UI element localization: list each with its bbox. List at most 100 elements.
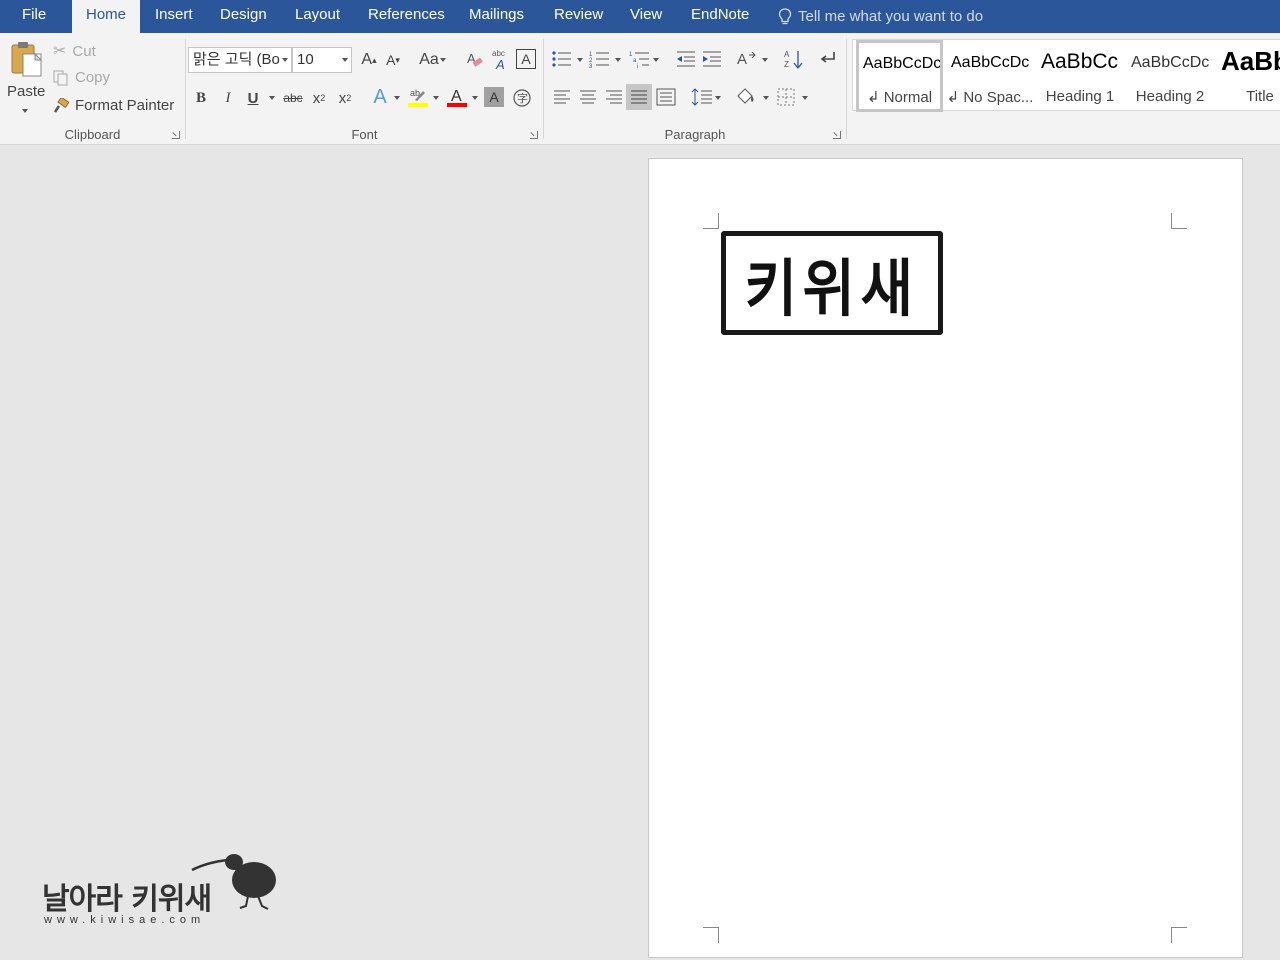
tab-design[interactable]: Design [220, 0, 267, 33]
svg-text:A: A [784, 50, 790, 59]
tab-view[interactable]: View [630, 0, 662, 33]
font-color-icon[interactable]: A [445, 85, 469, 109]
align-center-icon[interactable] [576, 85, 600, 109]
tab-home[interactable]: Home [72, 0, 140, 34]
phonetic-guide-icon[interactable]: abc A [490, 47, 512, 71]
highlight-color-icon[interactable]: ab [406, 85, 430, 109]
copy-label: Copy [75, 69, 111, 86]
distributed-icon[interactable] [654, 85, 678, 109]
document-page[interactable]: 키위새 [648, 158, 1243, 958]
cut-button[interactable]: ✂ Cut [53, 41, 96, 61]
numbering-icon[interactable]: 123 [588, 47, 612, 71]
grow-font-icon[interactable]: A ▴ [358, 49, 380, 71]
increase-indent-icon[interactable] [700, 47, 724, 71]
copy-icon [53, 70, 68, 85]
style-heading-1-name: Heading 1 [1045, 88, 1115, 105]
margin-corner-bottom-left [703, 927, 719, 943]
highlight-color-dropdown-arrow[interactable] [433, 96, 439, 100]
italic-icon[interactable]: I [217, 87, 239, 109]
tab-references[interactable]: References [368, 0, 445, 33]
bullets-icon[interactable] [550, 47, 574, 71]
borders-dropdown-arrow[interactable] [802, 96, 808, 100]
svg-text:A: A [495, 57, 505, 70]
change-case-label: Aa [419, 51, 439, 68]
borders-icon[interactable] [774, 85, 798, 109]
style-title[interactable]: AaBb Title [1215, 40, 1280, 112]
margin-corner-top-right [1171, 213, 1187, 229]
svg-text:i: i [637, 64, 638, 69]
line-spacing-icon[interactable] [690, 85, 714, 109]
watermark-logo: 날아라 키위새 www.kiwisae.com [40, 850, 290, 930]
text-effects-dropdown-arrow[interactable] [394, 96, 400, 100]
tab-layout[interactable]: Layout [295, 0, 340, 33]
clear-formatting-icon[interactable]: A [464, 49, 486, 71]
style-normal[interactable]: AaBbCcDc ↲ Normal [856, 40, 943, 112]
line-spacing-dropdown-arrow[interactable] [715, 96, 721, 100]
superscript-icon[interactable]: x2 [334, 87, 356, 109]
ribbon: Paste ✂ Cut Copy Format Painter Clipboar… [0, 33, 1280, 145]
numbering-dropdown-arrow[interactable] [615, 58, 621, 62]
format-painter-button[interactable]: Format Painter [53, 97, 174, 114]
tab-insert[interactable]: Insert [155, 0, 193, 33]
font-group: 맑은 고딕 (Bo 10 A ▴ A ▾ Aa A abc A A B I U abc… [186, 33, 543, 144]
text-effects-icon[interactable]: A [368, 85, 392, 109]
watermark-url: www.kiwisae.com [44, 914, 206, 926]
tab-mailings[interactable]: Mailings [469, 0, 524, 33]
subscript-icon[interactable]: x2 [308, 87, 330, 109]
format-painter-label: Format Painter [75, 97, 175, 114]
copy-button[interactable]: Copy [53, 69, 110, 86]
underline-icon[interactable]: U [242, 87, 264, 109]
clipboard-dialog-launcher[interactable] [172, 131, 180, 139]
show-hide-marks-icon[interactable] [816, 47, 840, 71]
font-color-dropdown-arrow[interactable] [472, 96, 478, 100]
style-no-spacing-name: ↲ No Spac... [946, 89, 1034, 106]
shading-icon[interactable] [734, 85, 758, 109]
style-no-spacing-preview: AaBbCcDc [951, 54, 1030, 71]
bold-icon[interactable]: B [190, 87, 212, 109]
tab-endnote[interactable]: EndNote [691, 0, 749, 33]
sort-icon[interactable]: AZ [782, 47, 806, 71]
paste-icon[interactable] [8, 39, 46, 79]
stamp-text-box[interactable]: 키위새 [721, 231, 943, 335]
tell-me-box[interactable]: Tell me what you want to do [778, 0, 983, 33]
align-left-icon[interactable] [550, 85, 574, 109]
multilevel-list-icon[interactable]: 1ai [628, 47, 652, 71]
bullets-dropdown-arrow[interactable] [577, 58, 583, 62]
tab-review[interactable]: Review [554, 0, 603, 33]
justify-icon[interactable] [626, 84, 652, 110]
style-heading-2-preview: AaBbCcDc [1131, 54, 1210, 71]
paragraph-dialog-launcher[interactable] [833, 131, 841, 139]
tab-file[interactable]: File [22, 0, 46, 33]
font-name-dropdown-arrow[interactable] [282, 58, 288, 62]
align-right-icon[interactable] [602, 85, 626, 109]
shading-dropdown-arrow[interactable] [763, 96, 769, 100]
strikethrough-icon[interactable]: abc [281, 87, 305, 109]
decrease-indent-icon[interactable] [674, 47, 698, 71]
character-shading-icon[interactable]: A [484, 87, 504, 107]
character-border-icon[interactable]: A [516, 49, 536, 69]
enclose-characters-icon[interactable]: 字 [511, 87, 533, 109]
cut-label: Cut [72, 42, 96, 60]
paste-button[interactable]: Paste [7, 83, 45, 100]
style-normal-name: ↲ Normal [866, 89, 933, 106]
style-title-preview: AaBb [1221, 46, 1280, 76]
svg-text:3: 3 [589, 64, 593, 69]
shrink-font-icon[interactable]: A ▾ [382, 49, 404, 71]
font-group-label: Font [351, 127, 378, 142]
font-dialog-launcher[interactable] [530, 131, 538, 139]
style-heading-2[interactable]: AaBbCcDc Heading 2 [1125, 40, 1215, 112]
font-size-dropdown-arrow[interactable] [342, 58, 348, 62]
multilevel-list-dropdown-arrow[interactable] [653, 58, 659, 62]
paintbrush-icon [53, 97, 69, 113]
change-case-dropdown-arrow[interactable] [440, 58, 446, 62]
paste-dropdown-arrow[interactable] [22, 109, 28, 113]
font-name-combo[interactable]: 맑은 고딕 (Bo [188, 47, 292, 73]
style-heading-1[interactable]: AaBbCc Heading 1 [1035, 40, 1125, 112]
watermark-title: 날아라 키위새 [42, 882, 212, 917]
underline-dropdown-arrow[interactable] [269, 96, 275, 100]
asian-layout-dropdown-arrow[interactable] [762, 58, 768, 62]
style-no-spacing[interactable]: AaBbCcDc ↲ No Spac... [945, 40, 1035, 112]
svg-text:字: 字 [517, 91, 528, 105]
style-heading-1-preview: AaBbCc [1041, 50, 1119, 73]
asian-layout-icon[interactable]: A [734, 47, 760, 71]
